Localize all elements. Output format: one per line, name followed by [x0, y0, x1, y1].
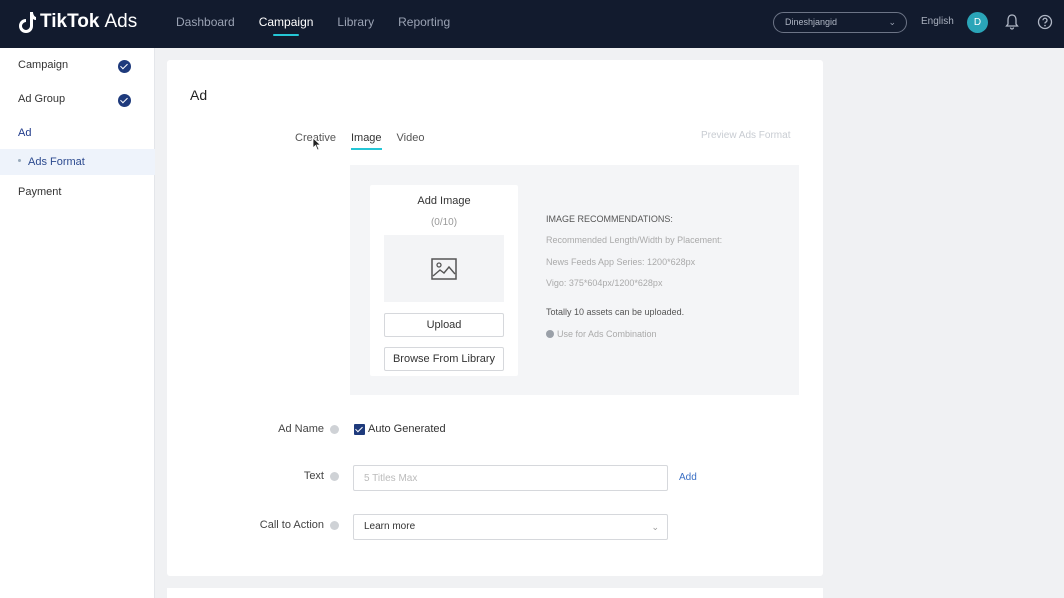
next-section-card	[167, 588, 823, 598]
image-icon	[431, 257, 457, 280]
sidebar: Campaign Ad Group Ad Ads Format Payment	[0, 48, 155, 598]
ads-combination-label: Use for Ads Combination	[557, 329, 657, 339]
brand-suffix: Ads	[104, 11, 138, 32]
recommendation-line: Vigo: 375*604px/1200*628px	[546, 278, 663, 288]
main-nav: Dashboard Campaign Library Reporting	[176, 0, 474, 48]
text-label: Text	[303, 470, 324, 482]
sidebar-item-ad[interactable]: Ad	[18, 127, 31, 139]
nav-reporting[interactable]: Reporting	[398, 0, 450, 48]
check-circle-icon	[118, 94, 131, 107]
call-to-action-value: Learn more	[364, 521, 416, 532]
add-text-link[interactable]: Add	[679, 472, 697, 483]
tiktok-logo-icon	[19, 11, 36, 33]
ad-form-card: Ad Creative Image Video Preview Ads Form…	[167, 60, 823, 576]
help-icon[interactable]	[1037, 14, 1053, 30]
tiktok-ads-logo[interactable]: TikTok Ads	[18, 11, 137, 33]
browse-library-button[interactable]: Browse From Library	[384, 347, 504, 371]
account-selector[interactable]: Dineshjangid ⌄	[773, 12, 907, 33]
nav-dashboard[interactable]: Dashboard	[176, 0, 235, 48]
ad-name-label: Ad Name	[278, 423, 324, 435]
upload-button[interactable]: Upload	[384, 313, 504, 337]
help-icon[interactable]	[330, 472, 339, 481]
upload-title: Add Image	[417, 195, 471, 207]
page-title: Ad	[190, 87, 208, 103]
check-circle-icon	[118, 60, 131, 73]
ad-text-input[interactable]	[353, 465, 668, 491]
upload-box: Add Image (0/10) Upload Browse From Libr…	[370, 185, 518, 376]
auto-generated-checkbox[interactable]	[354, 424, 365, 435]
call-to-action-label: Call to Action	[259, 519, 324, 531]
image-upload-area: Add Image (0/10) Upload Browse From Libr…	[350, 165, 799, 395]
bell-icon[interactable]	[1005, 14, 1019, 30]
upload-count: (0/10)	[430, 217, 458, 228]
nav-library[interactable]: Library	[337, 0, 374, 48]
chevron-down-icon: ⌄	[888, 17, 896, 27]
tab-video[interactable]: Video	[397, 132, 425, 144]
chevron-down-icon: ⌄	[651, 522, 659, 532]
sidebar-item-campaign[interactable]: Campaign	[18, 59, 68, 71]
info-icon	[546, 330, 554, 338]
sidebar-item-label: Ads Format	[28, 156, 85, 168]
brand-name: TikTok	[40, 11, 100, 32]
ads-combination-note: Use for Ads Combination	[546, 329, 657, 339]
recommendation-line: News Feeds App Series: 1200*628px	[546, 257, 696, 267]
upload-limit-text: Totally 10 assets can be uploaded.	[546, 307, 685, 317]
call-to-action-select[interactable]: Learn more ⌄	[353, 514, 668, 540]
auto-generated-label: Auto Generated	[368, 423, 446, 435]
mouse-cursor-icon	[312, 137, 322, 151]
account-name: Dineshjangid	[785, 17, 838, 27]
sidebar-item-ads-format[interactable]: Ads Format	[0, 149, 155, 175]
avatar[interactable]: D	[967, 12, 988, 33]
sidebar-item-ad-group[interactable]: Ad Group	[18, 93, 65, 105]
preview-ads-format-link[interactable]: Preview Ads Format	[701, 130, 790, 141]
top-navigation-bar: TikTok Ads Dashboard Campaign Library Re…	[0, 0, 1064, 48]
bullet-dot	[18, 159, 21, 162]
nav-campaign[interactable]: Campaign	[259, 0, 313, 48]
image-drop-zone[interactable]	[384, 235, 504, 302]
tab-image[interactable]: Image	[350, 132, 382, 150]
help-icon[interactable]	[330, 521, 339, 530]
recommendations-heading: IMAGE RECOMMENDATIONS:	[546, 214, 673, 224]
help-icon[interactable]	[330, 425, 339, 434]
recommendation-line: Recommended Length/Width by Placement:	[546, 235, 723, 245]
language-selector[interactable]: English	[921, 16, 954, 27]
sidebar-item-payment[interactable]: Payment	[18, 186, 61, 198]
